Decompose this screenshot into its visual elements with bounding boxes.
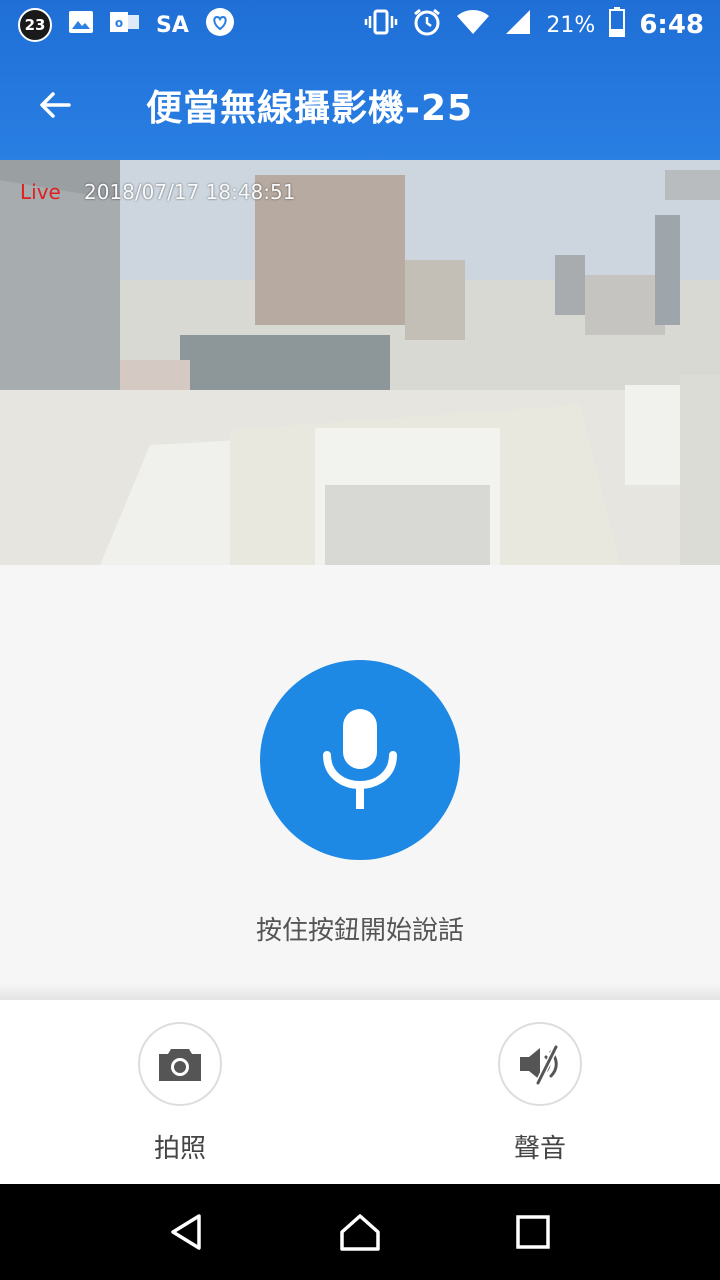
svg-text:o: o [115,16,123,30]
alarm-icon [412,7,442,43]
back-button[interactable] [0,60,110,150]
sound-label: 聲音 [513,1134,566,1164]
nav-back-icon [170,1214,201,1250]
outlook-icon: o [110,9,140,41]
nav-recents-button[interactable] [503,1202,563,1262]
system-nav-bar [0,1184,720,1280]
wifi-icon [456,8,490,42]
notification-count-badge: 23 [18,8,52,42]
nav-back-button[interactable] [157,1202,217,1262]
push-to-talk-button[interactable] [260,660,460,860]
clock: 6:48 [639,10,704,40]
nav-recents-icon [516,1215,551,1249]
heart-app-icon [205,7,235,43]
live-video-feed[interactable]: Live 2018/07/17 18:48:51 [0,160,720,565]
sound-action[interactable]: 聲音 [450,1022,630,1165]
vibrate-icon [364,9,398,41]
divider [0,984,720,1000]
nav-home-button[interactable] [330,1202,390,1262]
sa-label: SA [156,12,189,38]
battery-percent: 21% [546,12,596,38]
live-indicator: Live [20,180,61,204]
sound-toggle-button[interactable] [498,1022,582,1106]
header: 23 o SA 21% 6:48 便當無線攝影機-25 [0,0,720,160]
video-timestamp: 2018/07/17 18:48:51 [84,180,296,204]
camera-scene-image [0,160,720,565]
back-arrow-icon [40,92,71,118]
gallery-icon [68,9,94,41]
snapshot-button[interactable] [138,1022,222,1106]
talk-area: 按住按鈕開始說話 [0,565,720,998]
camera-icon [159,1049,201,1081]
talk-hint: 按住按鈕開始說話 [255,916,464,946]
battery-icon [609,7,626,43]
signal-icon [504,8,532,42]
nav-home-icon [340,1214,380,1251]
action-bar: 拍照 聲音 [0,1000,720,1184]
microphone-icon [323,709,397,809]
speaker-muted-icon [520,1045,559,1085]
snapshot-label: 拍照 [153,1134,206,1164]
app-bar: 便當無線攝影機-25 [0,60,720,150]
status-bar: 23 o SA 21% 6:48 [0,0,720,50]
page-title: 便當無線攝影機-25 [146,88,474,129]
snapshot-action[interactable]: 拍照 [90,1022,270,1165]
